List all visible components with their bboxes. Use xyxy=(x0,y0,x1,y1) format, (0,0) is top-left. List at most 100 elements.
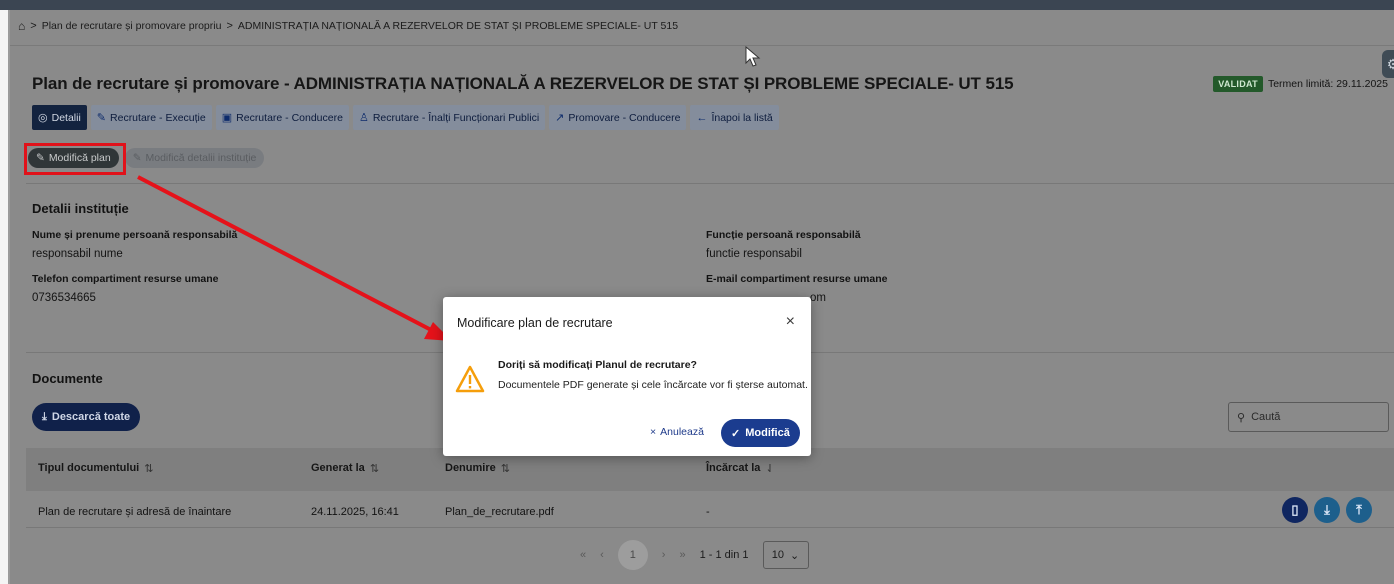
highlight-box xyxy=(24,143,126,175)
tab-bar: ◎ Detalii ✎ Recrutare - Execuție ▣ Recru… xyxy=(32,105,779,130)
hr-phone-label: Telefon compartiment resurse umane xyxy=(32,273,219,285)
warning-icon xyxy=(455,365,485,396)
column-header-type[interactable]: Tipul documentului ⇅ xyxy=(38,462,153,475)
cancel-label: Anulează xyxy=(660,426,704,438)
breadcrumb-divider xyxy=(10,45,1394,46)
responsible-function-value: functie responsabil xyxy=(706,248,802,260)
tab-label: Detalii xyxy=(51,111,81,124)
user-icon: ♙ xyxy=(358,112,369,124)
tab-label: Promovare - Conducere xyxy=(568,111,681,124)
column-label: Generat la xyxy=(311,462,365,474)
column-header-generated[interactable]: Generat la ⇅ xyxy=(311,462,379,475)
view-document-button[interactable]: ▯ xyxy=(1282,497,1308,523)
hr-email-value: om xyxy=(810,292,826,304)
upload-icon: ⤒ xyxy=(1356,502,1362,517)
modify-institution-button[interactable]: ✎ Modifică detalii instituție xyxy=(124,148,265,168)
cell-type: Plan de recrutare și adresă de înaintare xyxy=(38,506,232,518)
current-page-button[interactable]: 1 xyxy=(617,540,648,570)
download-document-button[interactable]: ⤓ xyxy=(1314,497,1340,523)
tab-details[interactable]: ◎ Detalii xyxy=(32,105,87,130)
download-all-label: Descarcă toate xyxy=(51,411,131,423)
cell-generated: 24.11.2025, 16:41 xyxy=(311,506,399,518)
breadcrumb-item-plan[interactable]: Plan de recrutare și promovare propriu xyxy=(42,20,222,32)
tab-label: Recrutare - Înalți Funcționari Publici xyxy=(372,111,540,124)
pen-icon: ✎ xyxy=(96,112,107,124)
documents-heading: Documente xyxy=(32,371,103,386)
sort-icon: ⇅ xyxy=(144,463,154,475)
dialog-title: Modificare plan de recrutare xyxy=(457,316,613,330)
confirm-modify-button[interactable]: ✓ Modifică xyxy=(721,419,800,447)
first-page-button[interactable]: « xyxy=(580,549,586,561)
breadcrumb: ⌂ > Plan de recrutare și promovare propr… xyxy=(18,16,678,36)
pencil-icon: ✎ xyxy=(132,152,142,164)
modify-plan-dialog: Modificare plan de recrutare × Doriți să… xyxy=(443,297,811,456)
arrow-left-icon: ← xyxy=(696,111,708,124)
trend-icon: ↗ xyxy=(555,112,565,124)
tab-label: Recrutare - Conducere xyxy=(236,111,343,124)
column-label: Tipul documentului xyxy=(38,462,140,474)
cell-uploaded: - xyxy=(706,506,710,518)
close-icon: × xyxy=(650,426,657,438)
breadcrumb-separator: > xyxy=(226,20,233,32)
tab-recruitment-execution[interactable]: ✎ Recrutare - Execuție xyxy=(90,105,212,130)
deadline-text: Termen limită: 29.11.2025 xyxy=(1267,78,1388,90)
status-badge: VALIDAT xyxy=(1213,76,1263,92)
column-label: Încărcat la xyxy=(706,462,761,474)
gear-icon[interactable]: ⚙ xyxy=(1382,50,1394,78)
page-size-select[interactable]: 10 ⌄ xyxy=(762,541,809,569)
briefcase-icon: ▣ xyxy=(221,112,233,124)
next-page-button[interactable]: › xyxy=(662,549,666,561)
sort-icon: ⇅ xyxy=(369,463,380,475)
tab-recruitment-management[interactable]: ▣ Recrutare - Conducere xyxy=(215,105,349,130)
hr-email-label: E-mail compartiment resurse umane xyxy=(706,273,888,285)
modify-institution-label: Modifică detalii instituție xyxy=(145,152,257,164)
hr-phone-value: 0736534665 xyxy=(32,292,96,304)
tab-label: Înapoi la listă xyxy=(711,111,773,124)
confirm-label: Modifică xyxy=(745,427,790,439)
tab-recruitment-senior[interactable]: ♙ Recrutare - Înalți Funcționari Publici xyxy=(352,105,546,130)
upload-document-button[interactable]: ⤒ xyxy=(1346,497,1372,523)
mouse-cursor-icon xyxy=(745,45,761,71)
download-icon: ⤓ xyxy=(1324,502,1330,517)
tab-label: Recrutare - Execuție xyxy=(110,111,206,124)
divider xyxy=(26,527,1394,528)
check-icon: ✓ xyxy=(731,427,741,440)
sort-desc-icon: ⇃ xyxy=(765,463,775,475)
breadcrumb-separator: > xyxy=(30,20,37,32)
column-header-name[interactable]: Denumire ⇅ xyxy=(445,462,510,475)
pagination: « ‹ 1 › » 1 - 1 din 1 10 ⌄ xyxy=(580,540,809,570)
last-page-button[interactable]: » xyxy=(679,549,685,561)
breadcrumb-item-institution: ADMINISTRAȚIA NAȚIONALĂ A REZERVELOR DE … xyxy=(237,20,679,32)
search-input[interactable]: ⚲ Caută xyxy=(1228,402,1389,432)
responsible-name-label: Nume și prenume persoană responsabilă xyxy=(32,229,238,241)
plan-status: VALIDAT Termen limită: 29.11.2025 xyxy=(1213,76,1388,92)
eye-icon: ◎ xyxy=(38,112,48,124)
dialog-question: Doriți să modificați Planul de recrutare… xyxy=(498,359,697,371)
close-icon[interactable]: × xyxy=(786,313,795,331)
column-label: Denumire xyxy=(445,462,496,474)
prev-page-button[interactable]: ‹ xyxy=(600,549,604,561)
page-info: 1 - 1 din 1 xyxy=(699,549,749,561)
sort-icon: ⇅ xyxy=(500,463,510,475)
row-actions: ▯ ⤓ ⤒ xyxy=(1282,497,1372,523)
left-edge xyxy=(0,10,10,584)
tab-back-to-list[interactable]: ← Înapoi la listă xyxy=(690,105,779,130)
responsible-name-value: responsabil nume xyxy=(32,248,123,260)
institution-heading: Detalii instituție xyxy=(32,201,129,216)
page-title: Plan de recrutare și promovare - ADMINIS… xyxy=(32,74,1014,93)
divider xyxy=(26,183,1394,184)
cancel-button[interactable]: × Anulează xyxy=(650,426,704,438)
home-icon[interactable]: ⌂ xyxy=(18,19,25,33)
column-header-uploaded[interactable]: Încărcat la ⇃ xyxy=(706,462,775,475)
search-placeholder: Caută xyxy=(1251,411,1281,423)
page-size-value: 10 xyxy=(771,549,785,561)
search-icon: ⚲ xyxy=(1237,411,1246,424)
download-icon: ⤓ xyxy=(42,410,47,423)
top-bar xyxy=(0,0,1394,10)
chevron-down-icon: ⌄ xyxy=(790,549,800,562)
responsible-function-label: Funcție persoană responsabilă xyxy=(706,229,861,241)
tab-promotion-management[interactable]: ↗ Promovare - Conducere xyxy=(549,105,687,130)
file-icon: ▯ xyxy=(1291,502,1299,517)
download-all-button[interactable]: ⤓ Descarcă toate xyxy=(32,403,141,431)
dialog-message: Documentele PDF generate și cele încărca… xyxy=(498,379,808,391)
